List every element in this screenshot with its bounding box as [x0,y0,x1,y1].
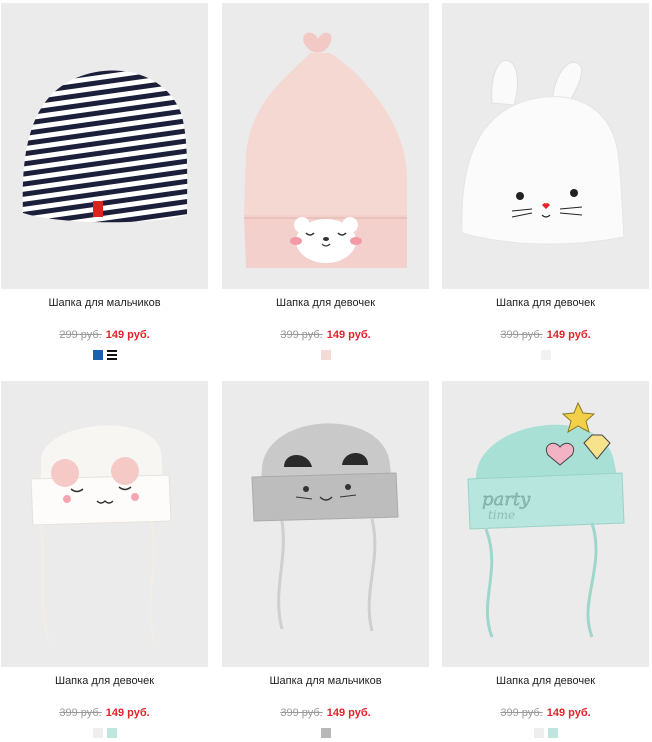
pink-knot-hat-image [244,32,407,268]
striped-hat-image [22,70,188,223]
product-price: 299 руб. 149 руб. [1,329,208,343]
product-image[interactable] [222,381,429,667]
color-swatch-white[interactable] [540,350,551,360]
old-price: 399 руб. [280,329,323,341]
color-swatches [442,728,649,738]
product-card[interactable]: Шапка для мальчиков 399 руб. 149 руб. [222,381,429,738]
product-price: 399 руб. 149 руб. [222,329,429,343]
grey-raccoon-beanie-image [251,423,399,632]
product-card[interactable]: Шапка для девочек 399 руб. 149 руб. [222,3,429,360]
product-price: 399 руб. 149 руб. [442,707,649,721]
color-swatch-grey[interactable] [320,728,331,738]
product-image[interactable] [1,381,208,667]
color-swatch-white[interactable] [92,728,103,738]
old-price: 399 руб. [280,707,323,719]
hat-print-time: time [488,508,515,522]
product-image[interactable] [222,3,429,289]
product-image[interactable] [442,3,649,289]
old-price: 399 руб. [500,329,543,341]
product-price: 399 руб. 149 руб. [442,329,649,343]
product-price: 399 руб. 149 руб. [1,707,208,721]
sale-price: 149 руб. [546,707,591,719]
color-swatches [442,350,649,360]
mint-patch-beanie-image: party time [467,401,625,638]
sale-price: 149 руб. [546,329,591,341]
hat-print-party: party [482,489,531,510]
product-card[interactable]: party time Шапка для девочек 399 руб. 149… [442,381,649,738]
product-name[interactable]: Шапка для девочек [1,675,208,689]
product-card[interactable]: Шапка для мальчиков 299 руб. 149 руб. [1,3,208,360]
color-swatch-mint[interactable] [547,728,558,738]
color-swatches [222,350,429,360]
sale-price: 149 руб. [105,329,150,341]
product-card[interactable]: Шапка для девочек 399 руб. 149 руб. [1,381,208,738]
color-swatch-striped[interactable] [106,350,117,360]
product-price: 399 руб. 149 руб. [222,707,429,721]
sale-price: 149 руб. [105,707,150,719]
sale-price: 149 руб. [326,707,371,719]
color-swatches [1,350,208,360]
product-name[interactable]: Шапка для девочек [222,297,429,311]
product-image[interactable]: party time [442,381,649,667]
product-name[interactable]: Шапка для девочек [442,297,649,311]
product-name[interactable]: Шапка для девочек [442,675,649,689]
product-name[interactable]: Шапка для мальчиков [1,297,208,311]
old-price: 399 руб. [59,707,102,719]
white-cat-beanie-image [30,425,172,644]
white-bunny-hat-image [461,60,625,245]
product-card[interactable]: Шапка для девочек 399 руб. 149 руб. [442,3,649,360]
sale-price: 149 руб. [326,329,371,341]
old-price: 399 руб. [500,707,543,719]
old-price: 299 руб. [59,329,102,341]
product-image[interactable] [1,3,208,289]
color-swatch-white[interactable] [533,728,544,738]
color-swatch-blue[interactable] [92,350,103,360]
color-swatch-mint[interactable] [106,728,117,738]
product-name[interactable]: Шапка для мальчиков [222,675,429,689]
color-swatches [1,728,208,738]
color-swatches [222,728,429,738]
color-swatch-pink[interactable] [320,350,331,360]
